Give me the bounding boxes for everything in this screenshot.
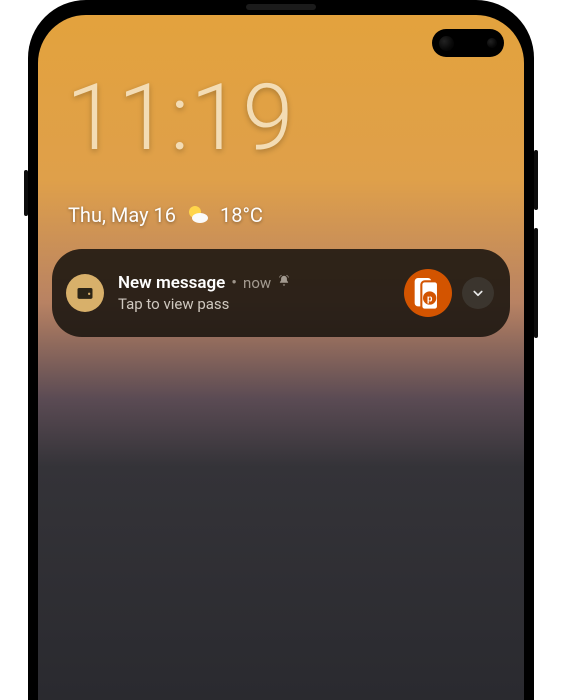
notification-title: New message bbox=[118, 273, 225, 293]
date-weather-row[interactable]: Thu, May 16 18°C bbox=[68, 203, 263, 227]
svg-text:p: p bbox=[427, 293, 433, 303]
notification-text-block: New message • now Tap to view pass bbox=[118, 273, 394, 313]
weather-partly-cloudy-icon bbox=[186, 203, 210, 227]
expand-button[interactable] bbox=[462, 277, 494, 309]
lock-screen[interactable]: 11:19 Thu, May 16 18°C N bbox=[38, 15, 524, 700]
camera-lens-icon bbox=[487, 38, 497, 48]
chevron-down-icon bbox=[469, 284, 487, 302]
wallet-icon bbox=[75, 283, 95, 303]
notification-app-icon bbox=[66, 274, 104, 312]
side-button bbox=[534, 150, 538, 210]
notification-large-icon: p bbox=[404, 269, 452, 317]
separator-dot: • bbox=[231, 273, 237, 293]
side-button bbox=[534, 228, 538, 338]
notification-body: Tap to view pass bbox=[118, 295, 394, 313]
temperature-text: 18°C bbox=[220, 203, 263, 227]
phone-frame: 11:19 Thu, May 16 18°C N bbox=[28, 0, 534, 700]
lockscreen-clock: 11:19 bbox=[66, 73, 294, 165]
camera-cutout bbox=[432, 29, 504, 57]
speaker-grille bbox=[246, 4, 316, 10]
pass-icon: p bbox=[408, 273, 448, 313]
notification-time: now bbox=[243, 274, 271, 292]
date-text: Thu, May 16 bbox=[68, 203, 176, 227]
bell-icon bbox=[277, 273, 291, 293]
side-button bbox=[24, 170, 28, 216]
notification-card[interactable]: New message • now Tap to view pass bbox=[52, 249, 510, 337]
camera-lens-icon bbox=[439, 36, 454, 51]
